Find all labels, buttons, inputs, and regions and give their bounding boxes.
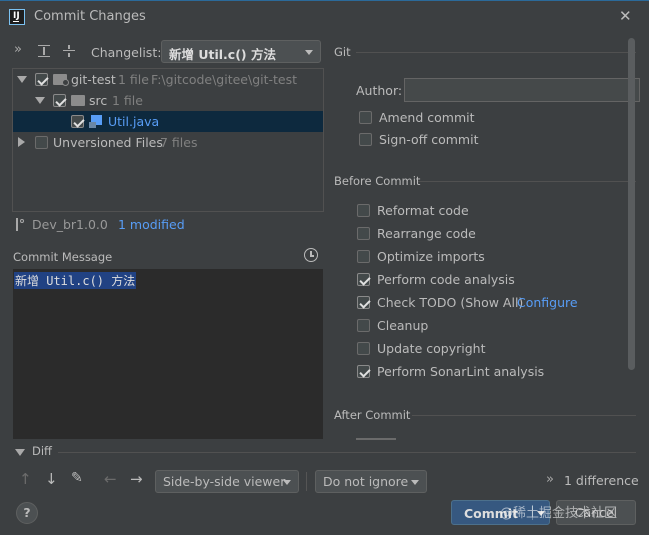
commit-message-text: 新增 Util.c() 方法 [14,272,137,289]
expand-all-icon[interactable]: » [14,42,22,57]
src-count: 1 file [112,93,143,108]
expand-arrow-icon[interactable] [17,76,27,83]
rearrange-code-checkbox[interactable] [357,227,370,240]
git-separator [356,52,636,53]
before-commit-separator [418,181,636,182]
file-name: Util.java [108,114,160,129]
update-copyright-checkbox[interactable] [357,342,370,355]
unversioned-count: 7 files [160,135,198,150]
viewer-value: Side-by-side viewer [163,474,286,489]
collapse-tree-icon[interactable] [63,45,75,57]
ignore-dropdown[interactable]: Do not ignore [315,470,427,493]
diff-separator [58,452,636,453]
folder-icon [71,95,85,106]
git-branch-badge-icon [62,79,69,86]
ignore-value: Do not ignore [323,474,409,489]
toolbar-divider [306,472,307,491]
root-count: 1 file [118,72,149,87]
root-checkbox[interactable] [35,73,48,86]
update-copyright-label[interactable]: Update copyright [377,341,485,356]
rearrange-code-label[interactable]: Rearrange code [377,226,476,241]
chevron-down-icon [411,480,419,485]
unversioned-checkbox[interactable] [35,136,48,149]
perform-code-analysis-label[interactable]: Perform code analysis [377,272,515,287]
sign-off-commit-label[interactable]: Sign-off commit [379,132,479,147]
after-commit-cut-off-row [356,436,456,440]
changelist-label: Changelist: [91,45,162,60]
check-todo-label[interactable]: Check TODO (Show All) [377,295,523,310]
reformat-code-label[interactable]: Reformat code [377,203,469,218]
file-checkbox[interactable] [71,115,84,128]
help-button[interactable]: ? [16,502,38,524]
branch-icon [15,218,25,231]
close-icon[interactable]: ✕ [619,7,632,25]
tree-row-unversioned[interactable]: Unversioned Files 7 files [13,132,323,153]
sign-off-commit-checkbox[interactable] [359,133,372,146]
src-name: src [89,93,108,108]
diff-expand-arrow-icon[interactable] [15,449,25,456]
watermark: @稀土掘金技术社区 [500,506,618,521]
author-field[interactable] [404,78,640,102]
after-commit-separator [412,415,636,416]
changelist-value: 新增 Util.c() 方法 [169,47,276,62]
amend-commit-checkbox[interactable] [359,111,372,124]
title-bar: IJ Commit Changes ✕ [0,0,649,32]
commit-message-editor[interactable]: 新增 Util.c() 方法 [12,268,324,440]
java-class-icon [89,115,102,128]
chevron-down-icon [305,50,313,55]
sonarlint-analysis-checkbox[interactable] [357,365,370,378]
options-scrollbar[interactable] [628,38,635,370]
tree-row-root[interactable]: git-test 1 file F:\gitcode\gitee\git-tes… [13,69,323,90]
next-difference-icon[interactable]: ↓ [45,470,58,488]
diff-label: Diff [32,444,52,458]
app-icon: IJ [9,9,25,25]
before-commit-section-title: Before Commit [334,174,421,188]
history-icon[interactable] [304,248,318,262]
changelist-dropdown[interactable]: 新增 Util.c() 方法 [161,40,321,63]
expand-tree-icon[interactable] [38,45,50,57]
changes-tree: git-test 1 file F:\gitcode\gitee\git-tes… [12,68,324,212]
optimize-imports-label[interactable]: Optimize imports [377,249,485,264]
help-icon: ? [23,505,31,520]
more-actions-icon[interactable]: » [546,472,554,487]
tree-row-file[interactable]: Util.java [13,111,323,132]
amend-commit-label[interactable]: Amend commit [379,110,475,125]
src-checkbox[interactable] [53,94,66,107]
git-section-title: Git [334,45,351,59]
viewer-dropdown[interactable]: Side-by-side viewer [155,470,299,493]
reformat-code-checkbox[interactable] [357,204,370,217]
commit-message-label: Commit Message [13,250,113,264]
tree-row-src[interactable]: src 1 file [13,90,323,111]
author-label: Author: [356,83,403,98]
back-arrow-icon[interactable]: ← [104,470,117,488]
root-name: git-test [71,72,116,87]
differences-count: 1 difference [564,473,639,488]
cleanup-label[interactable]: Cleanup [377,318,428,333]
window-title: Commit Changes [34,9,146,24]
sonarlint-analysis-label[interactable]: Perform SonarLint analysis [377,364,544,379]
root-path: F:\gitcode\gitee\git-test [151,72,298,87]
modified-link[interactable]: 1 modified [118,217,185,232]
branch-name: Dev_br1.0.0 [32,217,108,232]
previous-difference-icon[interactable]: ↑ [19,470,32,488]
collapsed-arrow-icon[interactable] [18,137,25,147]
chevron-down-icon [283,480,291,485]
edit-source-icon[interactable]: ✎ [71,470,83,486]
perform-code-analysis-checkbox[interactable] [357,273,370,286]
optimize-imports-checkbox[interactable] [357,250,370,263]
unversioned-name: Unversioned Files [53,135,163,150]
expand-arrow-icon[interactable] [35,97,45,104]
check-todo-checkbox[interactable] [357,296,370,309]
forward-arrow-icon[interactable]: → [130,470,143,488]
configure-link[interactable]: Configure [517,295,578,310]
cleanup-checkbox[interactable] [357,319,370,332]
after-commit-section-title: After Commit [334,408,411,422]
